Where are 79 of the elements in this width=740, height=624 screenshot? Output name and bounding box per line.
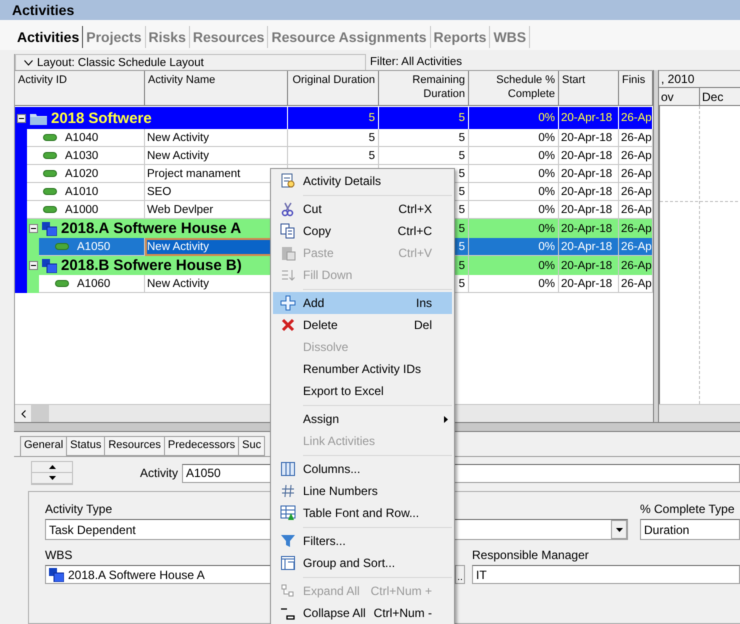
table-cell: 0% (538, 112, 555, 124)
table-cell: SEO (147, 186, 172, 198)
table-cell: 5 (458, 260, 465, 272)
table-cell: 5 (458, 222, 465, 234)
table-cell: 20-Apr-18 (561, 150, 612, 162)
table-cell: 0% (538, 222, 555, 234)
field-value: IT (476, 568, 487, 582)
table-cell: 20-Apr-18 (561, 260, 612, 272)
wbs-code: 2018.A (61, 220, 110, 237)
table-cell: Web Devlper (147, 204, 214, 216)
table-cell: 0% (538, 240, 555, 252)
window-title: Activities (12, 2, 74, 18)
table-cell: 20-Apr-18 (561, 204, 612, 216)
timescale-label: ov (661, 90, 674, 104)
field-value: Task Dependent (49, 522, 136, 536)
table-cell: New Activity (147, 132, 209, 144)
table-cell: A1010 (65, 186, 98, 198)
table-cell: 26-Ap (621, 150, 652, 162)
table-cell: 5 (458, 112, 465, 124)
table-cell: 26-Ap (621, 204, 652, 216)
table-cell: New Activity (147, 150, 209, 162)
table-cell: 5 (458, 204, 465, 216)
table-cell: 26-Ap (621, 278, 652, 290)
table-cell: 26-Ap (621, 222, 652, 234)
wbs-code: 2018.B (61, 257, 110, 274)
wbs-name: Sofwere House B) (113, 257, 242, 274)
table-cell: 26-Ap (621, 112, 652, 124)
table-cell: 26-Ap (621, 260, 652, 272)
table-cell: 0% (538, 278, 555, 290)
timescale-label: , 2010 (661, 72, 694, 86)
table-cell: 20-Apr-18 (561, 186, 612, 198)
field-label: % Complete Type (640, 502, 734, 516)
table-cell: 5 (368, 132, 375, 144)
field-value: Duration (644, 522, 690, 536)
table-cell: 0% (538, 132, 555, 144)
field-value: 2018.A Softwere House A (68, 568, 205, 582)
wbs-code: 2018 (51, 110, 84, 126)
layout-label: Layout: Classic Schedule Layout (37, 56, 204, 68)
table-cell: New Activity (147, 278, 209, 290)
table-cell: 26-Ap (621, 132, 652, 144)
field-label: Activity Type (45, 502, 112, 516)
table-cell: 20-Apr-18 (561, 240, 612, 252)
table-cell: A1050 (77, 240, 110, 252)
table-cell: 0% (538, 186, 555, 198)
table-cell: 5 (458, 150, 465, 162)
table-cell: A1000 (65, 204, 98, 216)
filter-label: Filter: All Activities (369, 56, 462, 68)
table-cell: 0% (538, 204, 555, 216)
table-cell: A1020 (65, 168, 98, 180)
field-label: WBS (45, 548, 72, 562)
table-cell: 5 (368, 112, 375, 124)
table-cell: 5 (368, 150, 375, 162)
table-cell: 5 (458, 186, 465, 198)
field-value: A1050 (186, 466, 221, 480)
table-cell: A1030 (65, 150, 98, 162)
table-cell: 5 (458, 132, 465, 144)
table-cell: A1060 (77, 278, 110, 290)
timescale-label: Dec (702, 90, 724, 104)
table-cell: 26-Ap (621, 240, 652, 252)
table-cell: Project manament (147, 168, 240, 180)
table-cell: A1040 (65, 132, 98, 144)
field-label: Activity (138, 466, 178, 480)
table-cell: New Activity (147, 240, 209, 252)
table-cell: 20-Apr-18 (561, 278, 612, 290)
table-cell: 26-Ap (621, 168, 652, 180)
table-cell: 20-Apr-18 (561, 132, 612, 144)
table-cell: 5 (458, 240, 465, 252)
table-cell: 5 (458, 168, 465, 180)
table-cell: 20-Apr-18 (561, 168, 612, 180)
field-label: Responsible Manager (472, 548, 589, 562)
wbs-name: Softwere House A (113, 220, 242, 237)
table-cell: 0% (538, 260, 555, 272)
table-cell: 5 (458, 278, 465, 290)
table-cell: 0% (538, 168, 555, 180)
table-cell: 20-Apr-18 (561, 112, 612, 124)
table-cell: 26-Ap (621, 186, 652, 198)
table-cell: 20-Apr-18 (561, 222, 612, 234)
wbs-name: Softwere (88, 110, 152, 126)
table-cell: 0% (538, 150, 555, 162)
